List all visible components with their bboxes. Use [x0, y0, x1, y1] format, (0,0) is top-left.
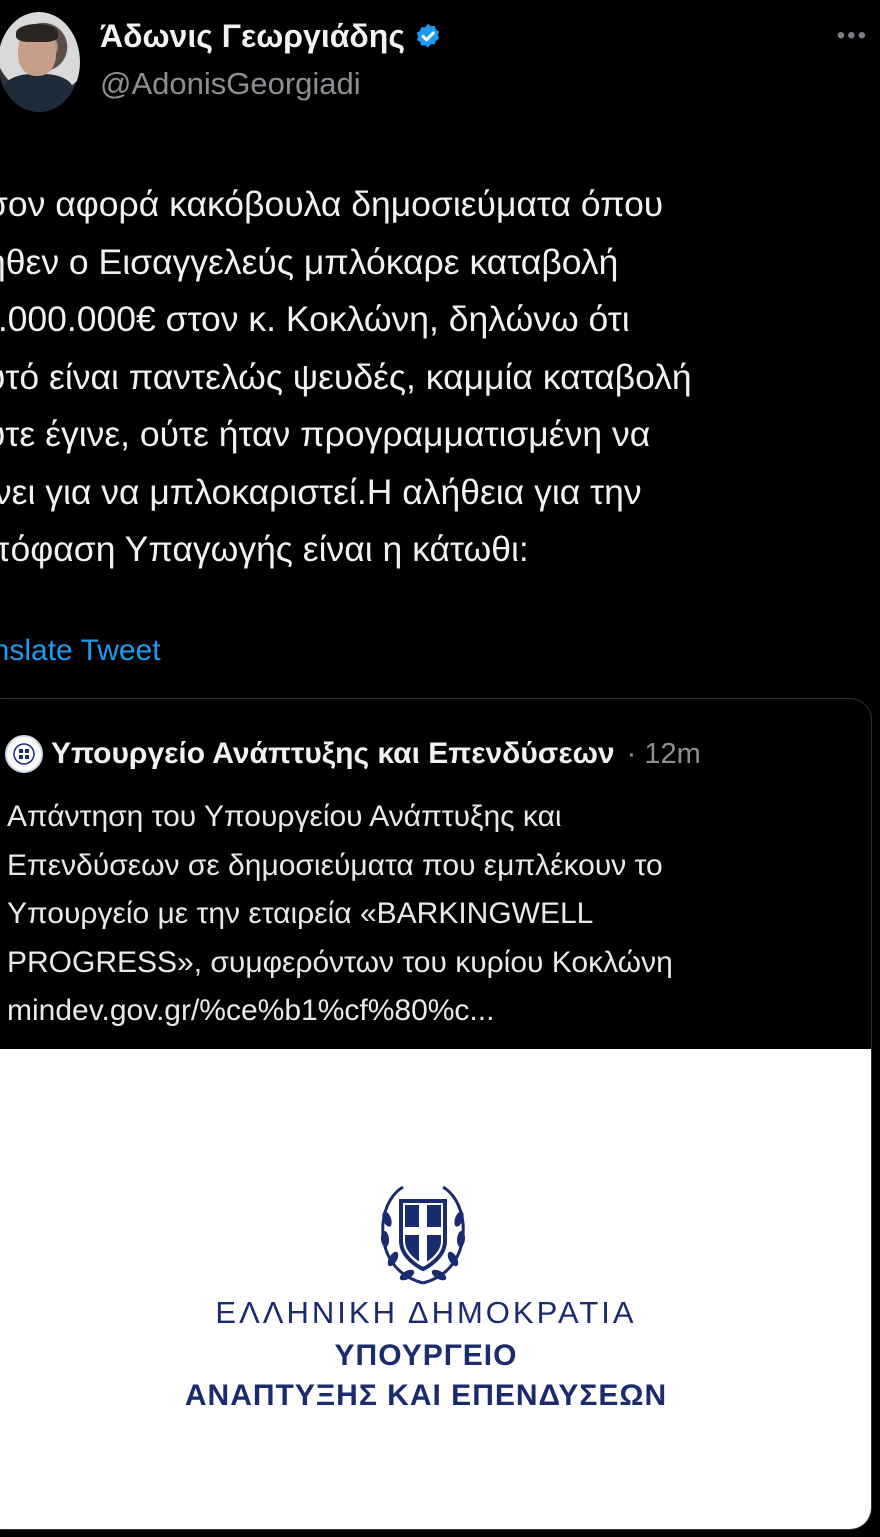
tweet-line: ίνει για να μπλοκαριστεί.Η αλήθεια για τ…	[0, 471, 642, 512]
tweet-text: σον αφορά κακόβουλα δημοσιεύματα όπου ήθ…	[0, 176, 880, 579]
tweet-line: υτό είναι παντελώς ψευδές, καμμία καταβο…	[0, 356, 692, 397]
quoted-line: Υπουργείο με την εταιρεία «BARKINGWELL	[7, 897, 594, 930]
tweet-line: ).000.000€ στον κ. Κοκλώνη, δηλώνω ότι	[0, 299, 630, 339]
tweet-line: ήθεν ο Εισαγγελεύς μπλόκαρε καταβολή	[0, 241, 619, 282]
greek-coat-of-arms-icon	[380, 1185, 466, 1285]
quoted-timestamp: · 12m	[626, 737, 701, 770]
verified-badge-icon	[416, 23, 440, 48]
quoted-tweet-header: Υπουργείο Ανάπτυξης και Επενδύσεων · 12m	[5, 735, 701, 773]
quoted-tweet-card[interactable]: Υπουργείο Ανάπτυξης και Επενδύσεων · 12m…	[0, 698, 872, 1530]
quoted-media-image[interactable]: ΕΛΛΗΝΙΚΗ ΔΗΜΟΚΡΑΤΙΑ ΥΠΟΥΡΓΕΙΟ ΑΝΑΠΤΥΞΗΣ …	[0, 1049, 871, 1529]
quoted-line: Επενδύσεων σε δημοσιεύματα που εμπλέκουν…	[7, 848, 663, 882]
image-caption-ministry: ΥΠΟΥΡΓΕΙΟ	[334, 1339, 518, 1372]
quoted-link[interactable]: mindev.gov.gr/%ce%b1%cf%80%c...	[7, 987, 867, 1036]
translate-tweet-link[interactable]: anslate Tweet	[0, 634, 161, 668]
emblem-icon	[13, 743, 35, 765]
image-caption-ministry-name: ΑΝΑΠΤΥΞΗΣ ΚΑΙ ΕΠΕΝΔΥΣΕΩΝ	[184, 1379, 668, 1412]
tweet-line: ύτε έγινε, ούτε ήταν προγραμματισμένη να	[0, 414, 651, 454]
quoted-line: PROGRESS», συμφερόντων του κυρίου Κοκλών…	[7, 945, 673, 979]
image-caption-country: ΕΛΛΗΝΙΚΗ ΔΗΜΟΚΡΑΤΙΑ	[215, 1295, 637, 1330]
author-avatar[interactable]	[0, 12, 80, 112]
author-name-row[interactable]: Άδωνις Γεωργιάδης	[100, 18, 443, 55]
tweet-line: σον αφορά κακόβουλα δημοσιεύματα όπου	[0, 184, 664, 224]
tweet-line: πόφαση Υπαγωγής είναι η κάτωθι:	[0, 529, 529, 569]
quoted-tweet-text: Απάντηση του Υπουργείου Ανάπτυξης και Επ…	[7, 793, 867, 1036]
quoted-author-name[interactable]: Υπουργείο Ανάπτυξης και Επενδύσεων	[51, 737, 615, 771]
author-name[interactable]: Άδωνις Γεωργιάδης	[100, 18, 405, 55]
quoted-line: Απάντηση του Υπουργείου Ανάπτυξης και	[7, 800, 562, 833]
ministry-avatar-icon[interactable]	[5, 735, 43, 773]
author-handle[interactable]: @AdonisGeorgiadi	[100, 66, 361, 102]
more-options-icon[interactable]: •••	[837, 22, 868, 50]
